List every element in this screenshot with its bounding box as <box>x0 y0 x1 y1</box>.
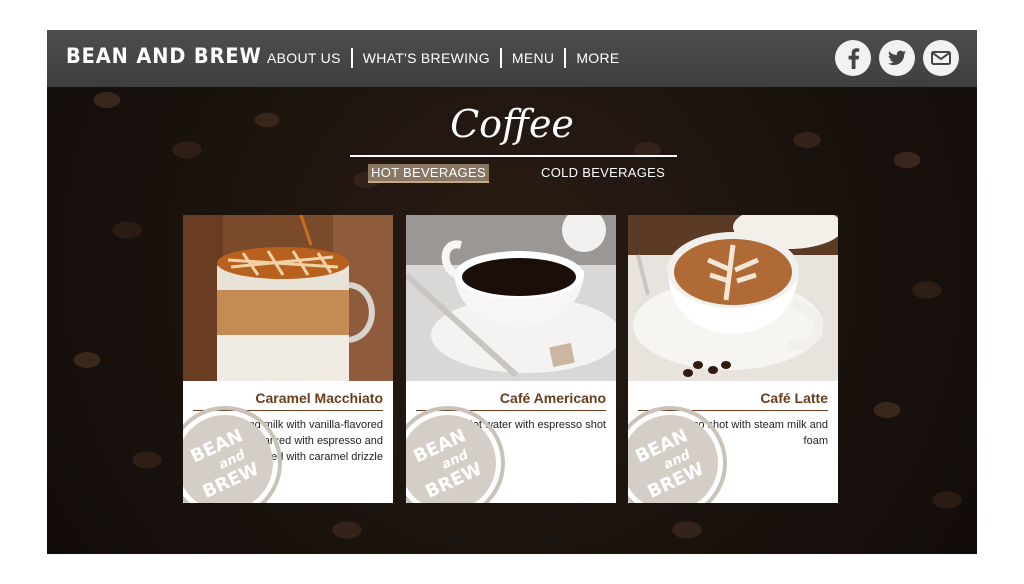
email-icon[interactable] <box>923 40 959 76</box>
menu-item-card[interactable]: Caramel Macchiato Steamed milk with vani… <box>183 215 393 503</box>
brand-badge-watermark: BEAN and BREW <box>183 406 282 503</box>
item-name: Café Americano <box>499 390 606 406</box>
nav-more[interactable]: MORE <box>566 50 629 66</box>
main-nav: ABOUT US WHAT'S BREWING MENU MORE <box>257 48 630 68</box>
cafe-americano-photo <box>406 215 616 381</box>
menu-item-card[interactable]: Café Latte Espresso shot with steam milk… <box>628 215 838 503</box>
social-links <box>835 40 959 76</box>
brand-badge-watermark: BEAN and BREW <box>628 406 727 503</box>
menu-item-card[interactable]: Café Americano Hot water with espresso s… <box>406 215 616 503</box>
nav-about-us[interactable]: ABOUT US <box>257 50 351 66</box>
brand-badge-watermark: BEAN and BREW <box>406 406 505 503</box>
nav-whats-brewing[interactable]: WHAT'S BREWING <box>353 50 500 66</box>
cafe-latte-photo <box>628 215 838 381</box>
item-name: Café Latte <box>760 390 828 406</box>
caramel-macchiato-photo <box>183 215 393 381</box>
nav-menu[interactable]: MENU <box>502 50 564 66</box>
brand-logo[interactable]: BEAN AND BREW <box>66 44 262 68</box>
twitter-icon[interactable] <box>879 40 915 76</box>
top-navigation-bar: BEAN AND BREW ABOUT US WHAT'S BREWING ME… <box>47 30 977 87</box>
tab-hot-beverages[interactable]: HOT BEVERAGES <box>368 164 489 183</box>
title-divider <box>350 155 677 157</box>
tab-cold-beverages[interactable]: COLD BEVERAGES <box>538 164 668 181</box>
page-frame: BEAN AND BREW ABOUT US WHAT'S BREWING ME… <box>47 30 977 554</box>
page-title: Coffee <box>450 102 574 146</box>
item-name: Caramel Macchiato <box>255 390 383 406</box>
facebook-icon[interactable] <box>835 40 871 76</box>
